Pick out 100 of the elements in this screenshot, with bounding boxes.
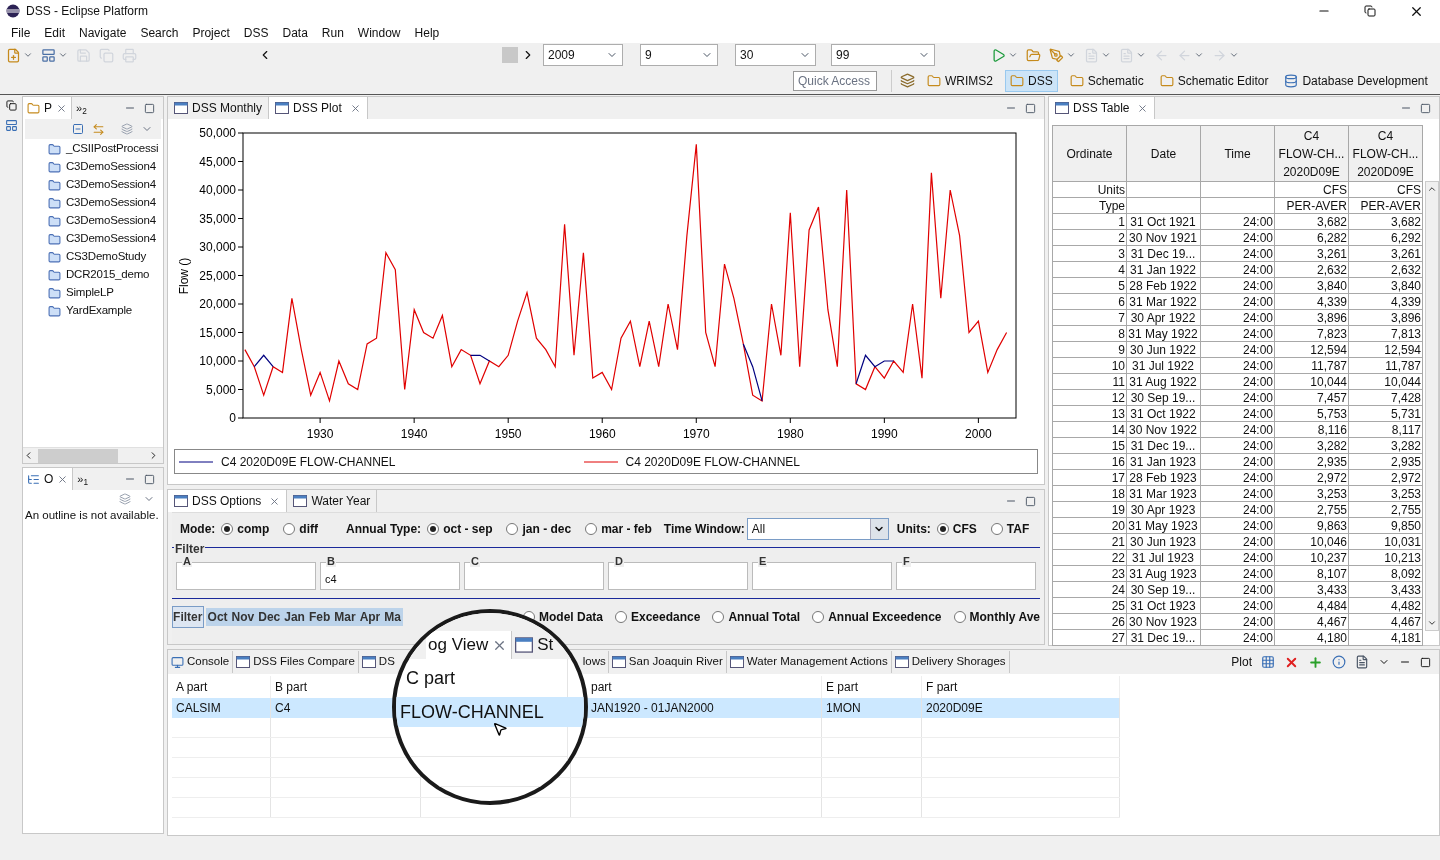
panel-tab[interactable]: DSS Plot (269, 97, 368, 119)
radio-button[interactable]: mar - feb (585, 520, 652, 538)
caret-icon[interactable] (23, 50, 33, 60)
radio-button[interactable]: CFS (936, 520, 977, 538)
document-icon[interactable] (1355, 655, 1369, 669)
collapse-all-icon[interactable] (72, 123, 84, 135)
radio-button[interactable]: Exceedance (615, 608, 701, 626)
perspective-button[interactable]: Schematic Editor (1155, 69, 1273, 92)
restore-icon[interactable] (1364, 5, 1376, 17)
dropdown[interactable]: 9 (640, 44, 718, 66)
perspective-button[interactable]: WRIMS2 (923, 69, 997, 92)
column-header[interactable]: C4 FLOW-CH... 2020D09E (1274, 125, 1349, 182)
month-item[interactable]: Feb (306, 608, 333, 626)
caret-icon[interactable] (1194, 50, 1204, 60)
menu-item[interactable]: File (4, 23, 38, 42)
panel-tab[interactable]: P (23, 97, 72, 119)
perspective-button[interactable]: DSS (1005, 69, 1058, 92)
panel-tab[interactable]: Water Management Actions (726, 651, 892, 673)
column-header[interactable]: B part (275, 678, 307, 696)
filter-icon[interactable] (121, 123, 133, 135)
radio-button[interactable]: diff (283, 520, 318, 538)
scroll-thumb[interactable] (38, 448, 118, 463)
scroll-up-icon[interactable] (1427, 184, 1437, 194)
table-icon[interactable] (1261, 655, 1275, 669)
caret-icon[interactable] (58, 50, 68, 60)
overflow-tab[interactable]: »$_{1}$ (77, 470, 89, 488)
radio-button[interactable]: Annual Exceedence (812, 608, 942, 626)
maximize-icon[interactable] (1025, 102, 1036, 114)
menu-item[interactable]: Data (275, 23, 315, 42)
column-header[interactable]: C part (406, 664, 456, 692)
time-window-dropdown[interactable]: All (746, 518, 889, 540)
panel-tab[interactable]: DS (358, 651, 395, 673)
run-icon[interactable] (991, 47, 1006, 63)
dropdown[interactable]: 30 (735, 44, 816, 66)
perspective-button[interactable]: Schematic (1065, 69, 1148, 92)
maximize-icon[interactable] (144, 473, 155, 485)
panel-tab[interactable]: DSS Table (1049, 97, 1156, 119)
quick-access-field[interactable]: Quick Access (793, 70, 877, 91)
menu-item[interactable]: Navigate (72, 23, 134, 42)
month-item[interactable]: Nov (229, 608, 257, 626)
new-window-icon[interactable] (41, 47, 56, 63)
menu-item[interactable]: Window (350, 23, 408, 42)
panel-icon[interactable] (4, 119, 18, 132)
caret-icon[interactable] (1136, 50, 1146, 60)
restore-icon[interactable] (5, 100, 17, 111)
month-item[interactable]: Oct (205, 608, 230, 626)
maximize-icon[interactable] (1420, 102, 1431, 114)
add-icon[interactable] (1308, 654, 1323, 670)
month-item[interactable]: Mar (332, 608, 358, 626)
panel-tab[interactable]: Delivery Shorages (891, 651, 1010, 673)
link-icon[interactable] (92, 122, 105, 136)
column-header[interactable]: F part (926, 678, 958, 696)
radio-button[interactable]: Monthly Ave (953, 608, 1040, 626)
column-header[interactable]: Time (1200, 125, 1275, 182)
column-header[interactable]: Ordinate (1052, 125, 1127, 182)
overflow-tab[interactable]: »$_{2}$ (76, 99, 87, 117)
new-file-icon[interactable] (6, 47, 21, 63)
pen-icon[interactable] (1049, 47, 1064, 63)
column-header[interactable]: Date (1126, 125, 1201, 182)
filter-button[interactable]: Filter (172, 606, 204, 628)
column-header[interactable]: A part (176, 678, 208, 696)
radio-button[interactable]: Annual Total (712, 608, 801, 626)
menu-item[interactable]: DSS (236, 23, 276, 42)
panel-tab[interactable]: Console (168, 651, 234, 673)
radio-button[interactable]: oct - sep (427, 520, 493, 538)
radio-button[interactable]: comp (221, 520, 270, 538)
menu-item[interactable]: Edit (37, 23, 73, 42)
column-header[interactable]: C4 FLOW-CH... 2020D09E (1348, 125, 1423, 182)
menu-item[interactable]: Project (185, 23, 237, 42)
info-icon[interactable] (1332, 655, 1346, 669)
column-header[interactable]: part (591, 678, 612, 696)
menu-item[interactable]: Search (133, 23, 186, 42)
dropdown[interactable]: 2009 (543, 44, 623, 66)
folder-icon[interactable] (1026, 47, 1041, 63)
maximize-icon[interactable] (1420, 656, 1431, 668)
month-item[interactable]: Apr (357, 608, 383, 626)
view-tab[interactable]: og View (426, 631, 513, 659)
filter-icon[interactable] (119, 493, 131, 505)
maximize-icon[interactable] (144, 102, 155, 114)
column-header[interactable]: E part (826, 678, 858, 696)
panel-tab[interactable]: DSS Files Compare (233, 651, 359, 673)
panel-tab[interactable]: San Joaquin River (608, 651, 727, 673)
caret-icon[interactable] (1066, 50, 1076, 60)
radio-button[interactable]: TAF (990, 520, 1030, 538)
dropdown[interactable]: 99 (831, 44, 935, 66)
panel-tab[interactable]: O (23, 468, 74, 490)
perspective-button[interactable]: Database Development (1280, 69, 1432, 92)
menu-item[interactable]: Run (314, 23, 351, 42)
panel-tab[interactable]: DSS Options (168, 490, 288, 512)
open-perspective-icon[interactable] (900, 73, 915, 88)
radio-button[interactable]: jan - dec (506, 520, 572, 538)
maximize-icon[interactable] (1025, 495, 1036, 507)
scroll-down-icon[interactable] (1427, 618, 1437, 628)
menu-item[interactable]: Help (407, 23, 447, 42)
caret-icon[interactable] (1008, 50, 1018, 60)
month-item[interactable]: Dec (256, 608, 283, 626)
month-item[interactable]: Ma (382, 608, 403, 626)
month-item[interactable]: Jan (282, 608, 307, 626)
caret-icon[interactable] (1229, 50, 1239, 60)
caret-icon[interactable] (1101, 50, 1111, 60)
